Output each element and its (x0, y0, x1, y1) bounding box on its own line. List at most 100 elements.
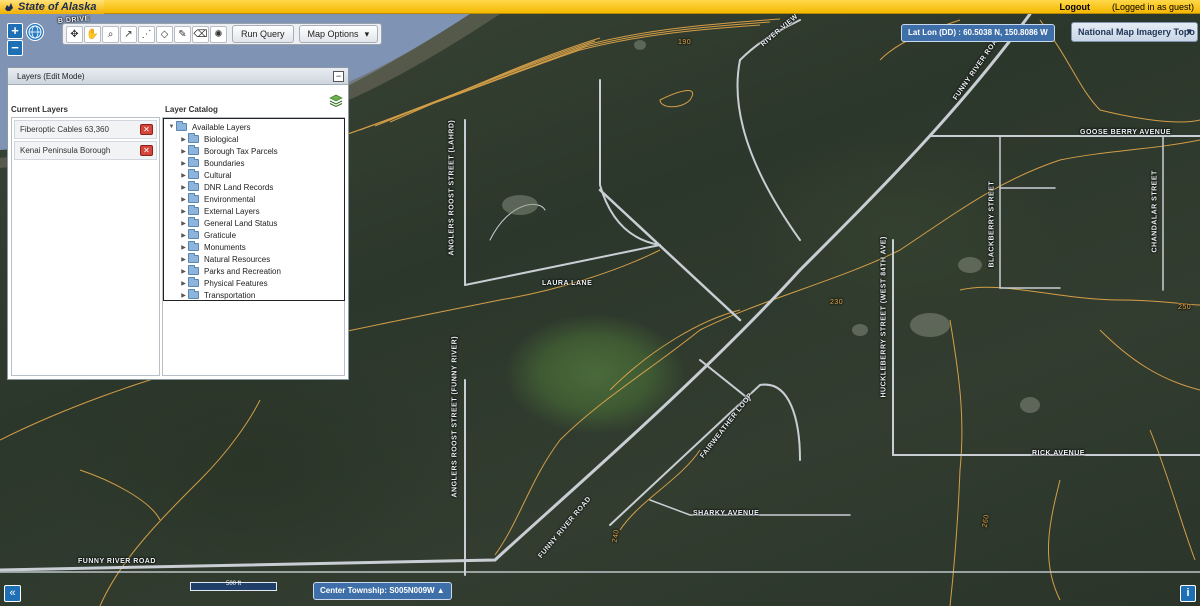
tree-item-label: Parks and Recreation (204, 266, 281, 276)
tree-item-label: Natural Resources (204, 254, 271, 264)
layer-catalog: ▼ Available Layers ▶ Biological ▶ Borough … (162, 117, 345, 376)
tree-item-biological[interactable]: ▶ Biological (167, 133, 344, 145)
tree-item-label: External Layers (204, 206, 260, 216)
tree-item-label: Graticule (204, 230, 237, 240)
collapsed-arrow-icon: ▶ (181, 292, 186, 299)
folder-icon (188, 277, 199, 287)
tree-item-cultural[interactable]: ▶ Cultural (167, 169, 344, 181)
road-label-rick-avenue: RICK AVENUE (1032, 450, 1085, 457)
road-label-goose-berry: GOOSE BERRY AVENUE (1080, 129, 1172, 136)
folder-icon (188, 265, 199, 275)
pan-icon[interactable]: ✥ (66, 25, 83, 43)
collapsed-arrow-icon: ▶ (181, 172, 186, 179)
road-label-funny-river-w: FUNNY RIVER ROAD (78, 558, 156, 565)
coordinate-label: Lat Lon (DD) : (908, 28, 961, 37)
layers-stack-icon[interactable] (328, 92, 344, 108)
tree-root-label: Available Layers (192, 122, 251, 132)
collapsed-arrow-icon: ▶ (181, 256, 186, 263)
folder-icon (188, 217, 199, 227)
tree-item-external-layers[interactable]: ▶ External Layers (167, 205, 344, 217)
current-layer-item[interactable]: Fiberoptic Cables 63,360 ✕ (14, 120, 157, 139)
basemap-value: National Map Imagery Topo (1078, 27, 1195, 37)
zoom-icon[interactable]: ⌕ (102, 25, 119, 43)
tree-item-label: Transportation (204, 290, 256, 300)
tree-item-label: Boundaries (204, 158, 245, 168)
info-button[interactable]: i (1180, 585, 1196, 602)
top-banner: State of Alaska Logout (Logged in as gue… (0, 0, 1200, 14)
panel-title: Layers (Edit Mode) (17, 72, 85, 81)
road-label-sharky: SHARKY AVENUE (693, 510, 760, 517)
road-label-chandalar: CHANDALAR STREET (1151, 170, 1159, 253)
current-layers-title: Current Layers (11, 105, 68, 114)
folder-icon (188, 133, 199, 143)
remove-layer-button[interactable]: ✕ (140, 124, 153, 135)
tree-item-graticule[interactable]: ▶ Graticule (167, 229, 344, 241)
folder-icon (188, 193, 199, 203)
current-layers-list: Fiberoptic Cables 63,360 ✕ Kenai Peninsu… (11, 117, 160, 376)
tree-item-boundaries[interactable]: ▶ Boundaries (167, 157, 344, 169)
tree-root[interactable]: ▼ Available Layers (167, 121, 344, 133)
current-layer-item[interactable]: Kenai Peninsula Borough ✕ (14, 141, 157, 160)
coordinate-value: 60.5038 N, 150.8086 W (963, 28, 1048, 37)
layers-panel: Layers (Edit Mode) − Current Layers Laye… (7, 67, 349, 380)
layer-catalog-title: Layer Catalog (165, 105, 218, 114)
tree-item-environmental[interactable]: ▶ Environmental (167, 193, 344, 205)
collapsed-arrow-icon: ▶ (181, 268, 186, 275)
login-status: (Logged in as guest) (1111, 2, 1194, 12)
tree-item-label: Physical Features (204, 278, 268, 288)
scale-label: 500 ft (225, 581, 241, 587)
map-options-label: Map Options (307, 29, 359, 39)
scale-bar: 500 ft (190, 581, 277, 596)
coordinate-readout: Lat Lon (DD) : 60.5038 N, 150.8086 W (901, 24, 1055, 42)
road-label-laura-lane: LAURA LANE (542, 280, 593, 287)
road-label-anglers-north: ANGLERS ROOST STREET (LAHRD) (448, 119, 456, 256)
road-label-blackberry: BLACKBERRY STREET (988, 180, 996, 268)
folder-icon (188, 145, 199, 155)
township-value: S005N009W (389, 586, 435, 595)
tree-item-parks-and-recreation[interactable]: ▶ Parks and Recreation (167, 265, 344, 277)
run-query-label: Run Query (241, 29, 285, 39)
identify-icon[interactable]: ↗ (120, 25, 137, 43)
tree-item-monuments[interactable]: ▶ Monuments (167, 241, 344, 253)
tree-item-transportation[interactable]: ▶ Transportation (167, 289, 344, 301)
contour-label-230: 230 (830, 299, 844, 306)
settings-icon[interactable]: ✺ (210, 25, 227, 43)
tree-item-dnr-land-records[interactable]: ▶ DNR Land Records (167, 181, 344, 193)
run-query-button[interactable]: Run Query (232, 25, 294, 43)
tree-item-general-land-status[interactable]: ▶ General Land Status (167, 217, 344, 229)
globe-button[interactable] (26, 23, 44, 41)
hand-icon[interactable]: ✋ (84, 25, 101, 43)
tree-item-label: DNR Land Records (204, 182, 274, 192)
tree-item-borough-tax-parcels[interactable]: ▶ Borough Tax Parcels (167, 145, 344, 157)
measure-line-icon[interactable]: ⋰ (138, 25, 155, 43)
tree-item-label: General Land Status (204, 218, 278, 228)
collapsed-arrow-icon: ▶ (181, 148, 186, 155)
basemap-select[interactable]: National Map Imagery Topo ▼ (1071, 22, 1198, 42)
folder-icon (188, 169, 199, 179)
collapse-left-button[interactable]: « (4, 585, 21, 602)
folder-icon (188, 241, 199, 251)
remove-layer-button[interactable]: ✕ (140, 145, 153, 156)
tree-item-label: Environmental (204, 194, 256, 204)
brand[interactable]: State of Alaska (0, 0, 105, 14)
map-options-button[interactable]: Map Options ▾ (298, 25, 379, 43)
expanded-arrow-icon: ▼ (168, 124, 175, 130)
eraser-icon[interactable]: ⌫ (192, 25, 209, 43)
collapsed-arrow-icon: ▶ (181, 196, 186, 203)
alaska-seal-icon (5, 3, 13, 11)
tree-item-physical-features[interactable]: ▶ Physical Features (167, 277, 344, 289)
center-township-button[interactable]: Center Township: S005N009W ▲ (313, 582, 452, 600)
current-layer-label: Fiberoptic Cables 63,360 (20, 125, 109, 134)
measure-area-icon[interactable]: ◇ (156, 25, 173, 43)
draw-icon[interactable]: ✎ (174, 25, 191, 43)
logout-link[interactable]: Logout (1060, 0, 1091, 14)
road-label-huckleberry: HUCKLEBERRY STREET (WEST 84TH AVE) (880, 236, 888, 398)
chevron-up-icon: ▲ (436, 586, 445, 595)
tree-item-natural-resources[interactable]: ▶ Natural Resources (167, 253, 344, 265)
brand-text: State of Alaska (18, 1, 97, 13)
zoom-in-button[interactable]: + (7, 23, 23, 39)
map-toolbar: ✥ ✋ ⌕ ↗ ⋰ ◇ ✎ ⌫ ✺ Run Query Map Options ▾ (62, 23, 383, 45)
minimize-button[interactable]: − (333, 71, 344, 82)
folder-icon (188, 229, 199, 239)
zoom-out-button[interactable]: − (7, 40, 23, 56)
